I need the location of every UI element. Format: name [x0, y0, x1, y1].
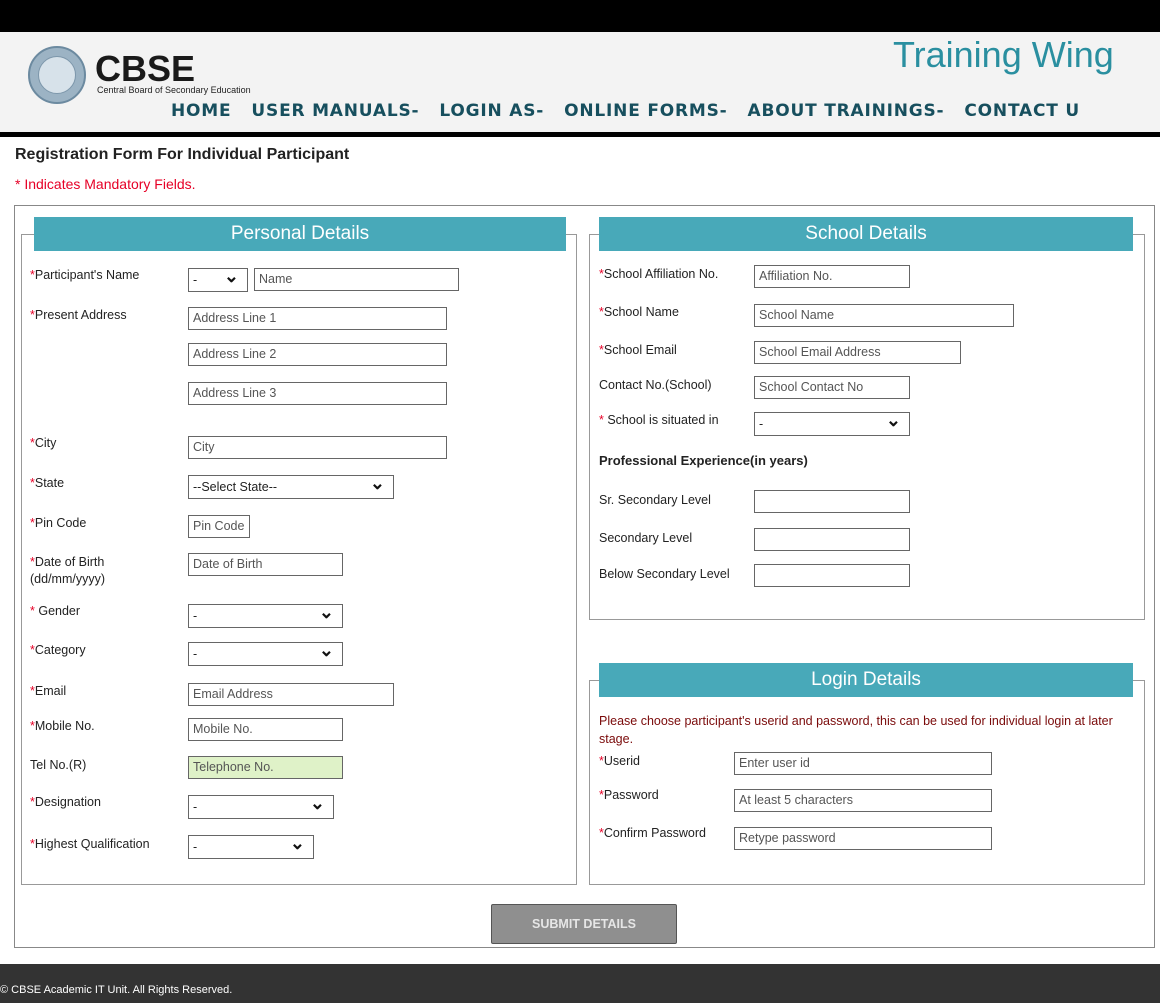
state-label: *State: [30, 476, 65, 490]
logo-subtitle: Central Board of Secondary Education: [97, 85, 251, 95]
login-details-fieldset: [589, 680, 1145, 885]
mobile-label: *Mobile No.: [30, 719, 95, 733]
below-secondary-input[interactable]: [754, 564, 910, 587]
category-select[interactable]: - ⌄: [188, 642, 343, 666]
school-email-input[interactable]: School Email Address: [754, 341, 961, 364]
sr-secondary-label: Sr. Secondary Level: [599, 493, 711, 507]
address-line-3-input[interactable]: Address Line 3: [188, 382, 447, 405]
nav-login-as[interactable]: LOGIN AS-: [439, 101, 544, 121]
nav-user-manuals[interactable]: USER MANUALS-: [251, 101, 419, 121]
gender-label: * Gender: [30, 604, 81, 618]
chevron-down-icon: ⌄: [318, 642, 334, 660]
submit-button[interactable]: SUBMIT DETAILS: [491, 904, 677, 944]
school-name-label: *School Name: [599, 305, 679, 319]
school-details-legend: School Details: [599, 217, 1133, 251]
professional-experience-heading: Professional Experience(in years): [599, 453, 808, 468]
chevron-down-icon: ⌄: [309, 795, 325, 813]
qualification-select[interactable]: - ⌄: [188, 835, 314, 859]
nav-contact[interactable]: CONTACT U: [964, 101, 1080, 121]
logo-text: CBSE: [95, 48, 196, 89]
cbse-logo-inner: [38, 56, 76, 94]
dob-format-hint: (dd/mm/yyyy): [30, 572, 105, 586]
login-instructions: Please choose participant's userid and p…: [599, 714, 1113, 746]
tel-label: Tel No.(R): [30, 758, 87, 772]
secondary-label: Secondary Level: [599, 531, 693, 545]
qualification-label: *Highest Qualification: [30, 837, 150, 851]
contact-school-label: Contact No.(School): [599, 378, 712, 392]
userid-label: *Userid: [599, 754, 640, 768]
chevron-down-icon: ⌄: [369, 475, 385, 493]
password-input[interactable]: At least 5 characters: [734, 789, 992, 812]
school-email-label: *School Email: [599, 343, 677, 357]
header-divider: [0, 132, 1160, 137]
sr-secondary-input[interactable]: [754, 490, 910, 513]
city-label: *City: [30, 436, 57, 450]
email-label: *Email: [30, 684, 67, 698]
email-input[interactable]: Email Address: [188, 683, 394, 706]
pin-code-label: *Pin Code: [30, 516, 87, 530]
secondary-input[interactable]: [754, 528, 910, 551]
pin-code-input[interactable]: Pin Code: [188, 515, 250, 538]
participant-name-label: *Participant's Name: [30, 268, 140, 282]
category-label: *Category: [30, 643, 86, 657]
situated-in-select[interactable]: - ⌄: [754, 412, 910, 436]
address-line-1-input[interactable]: Address Line 1: [188, 307, 447, 330]
main-nav: HOME USER MANUALS- LOGIN AS- ONLINE FORMS- A…: [171, 101, 1100, 121]
confirm-password-input[interactable]: Retype password: [734, 827, 992, 850]
designation-select[interactable]: - ⌄: [188, 795, 334, 819]
dob-input[interactable]: Date of Birth: [188, 553, 343, 576]
telephone-input[interactable]: Telephone No.: [188, 756, 343, 779]
situated-in-label: * School is situated in: [599, 413, 719, 427]
present-address-label: *Present Address: [30, 308, 127, 322]
page-title: Registration Form For Individual Partici…: [15, 146, 350, 163]
top-black-bar: [0, 0, 1160, 32]
gender-select[interactable]: - ⌄: [188, 604, 343, 628]
name-title-select[interactable]: - ⌄: [188, 268, 248, 292]
chevron-down-icon: ⌄: [289, 835, 305, 853]
wing-title: Training Wing: [893, 34, 1114, 75]
userid-input[interactable]: Enter user id: [734, 752, 992, 775]
personal-details-legend: Personal Details: [34, 217, 566, 251]
mobile-input[interactable]: Mobile No.: [188, 718, 343, 741]
address-line-2-input[interactable]: Address Line 2: [188, 343, 447, 366]
password-label: *Password: [599, 788, 659, 802]
nav-about-trainings[interactable]: ABOUT TRAININGS-: [748, 101, 945, 121]
footer-copyright: © CBSE Academic IT Unit. All Rights Rese…: [0, 984, 233, 996]
state-select[interactable]: --Select State-- ⌄: [188, 475, 394, 499]
city-input[interactable]: City: [188, 436, 447, 459]
chevron-down-icon: ⌄: [318, 604, 334, 622]
nav-online-forms[interactable]: ONLINE FORMS-: [564, 101, 727, 121]
login-details-legend: Login Details: [599, 663, 1133, 697]
chevron-down-icon: ⌄: [885, 412, 901, 430]
school-contact-input[interactable]: School Contact No: [754, 376, 910, 399]
dob-label: *Date of Birth (dd/mm/yyyy): [30, 555, 105, 586]
mandatory-note: * Indicates Mandatory Fields.: [15, 176, 196, 192]
nav-home[interactable]: HOME: [171, 101, 231, 121]
confirm-password-label: *Confirm Password: [599, 826, 706, 840]
chevron-down-icon: ⌄: [223, 268, 239, 286]
designation-label: *Designation: [30, 795, 101, 809]
school-name-input[interactable]: School Name: [754, 304, 1014, 327]
affiliation-label: *School Affiliation No.: [599, 267, 719, 281]
affiliation-input[interactable]: Affiliation No.: [754, 265, 910, 288]
below-secondary-label: Below Secondary Level: [599, 567, 730, 581]
name-input[interactable]: Name: [254, 268, 459, 291]
